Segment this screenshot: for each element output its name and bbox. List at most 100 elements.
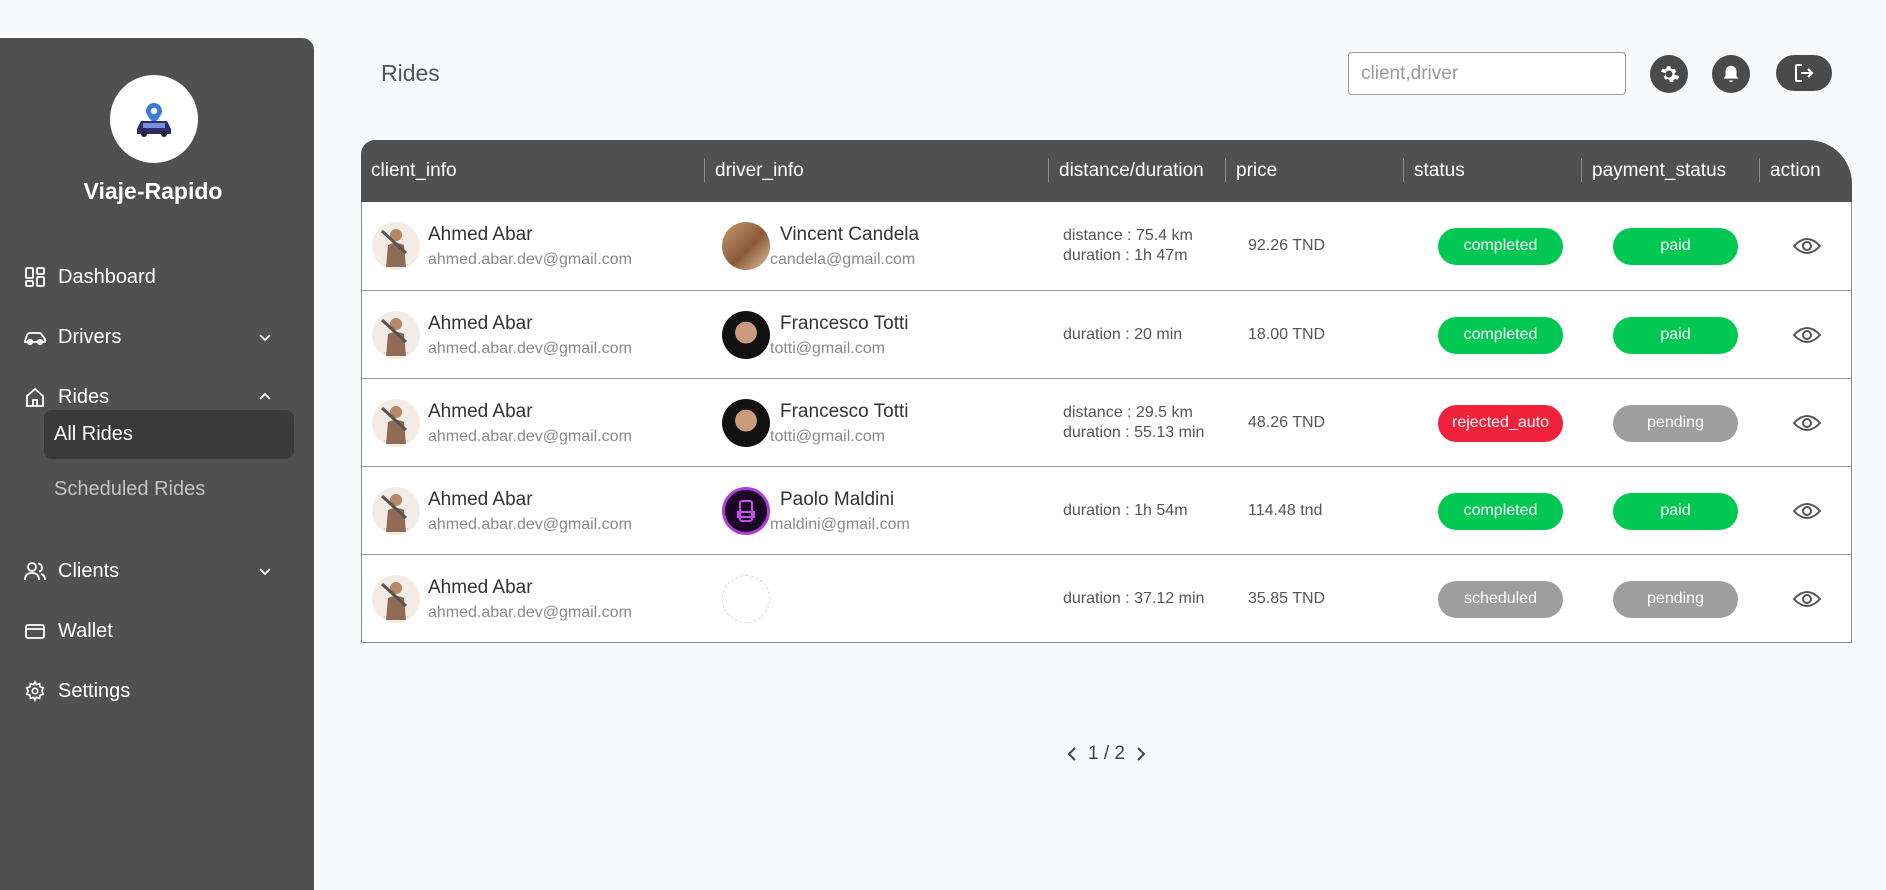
client-info-cell: Ahmed Abar ahmed.abar.dev@gmail.com: [372, 291, 632, 379]
wallet-icon: [22, 618, 48, 644]
distance-duration-cell: distance : 75.4 km duration : 1h 47m: [1063, 202, 1193, 290]
brand-logo: [110, 75, 198, 163]
client-email: ahmed.abar.dev@gmail.com: [428, 250, 632, 268]
next-page-button[interactable]: [1131, 742, 1151, 766]
payment-status-cell: paid: [1613, 202, 1738, 290]
price-text: 48.26 TND: [1248, 414, 1326, 431]
sidebar-subitem-scheduled-rides[interactable]: Scheduled Rides: [44, 465, 294, 514]
view-ride-button[interactable]: [1792, 555, 1822, 643]
table-header: client_info driver_info distance/duratio…: [361, 140, 1852, 202]
sidebar-item-dashboard[interactable]: Dashboard: [22, 257, 287, 297]
driver-avatar: [722, 399, 770, 447]
payment-status-badge: pending: [1613, 580, 1738, 618]
client-email: ahmed.abar.dev@gmail.com: [428, 427, 632, 445]
sidebar-item-label: Settings: [58, 679, 131, 702]
brand-name: Viaje-Rapido: [83, 178, 223, 204]
client-avatar: [372, 311, 420, 359]
client-name: Ahmed Abar: [428, 223, 533, 245]
driver-email: totti@gmail.com: [770, 339, 885, 357]
payment-status-badge: paid: [1613, 316, 1738, 354]
client-avatar: [372, 222, 420, 270]
driver-email: candela@gmail.com: [770, 250, 916, 268]
column-header-distance-duration: distance/duration: [1048, 140, 1204, 202]
sidebar-item-drivers[interactable]: Drivers: [22, 317, 287, 357]
payment-status-cell: pending: [1613, 379, 1738, 467]
column-header-price: price: [1225, 140, 1277, 202]
driver-info-cell: Paolo Maldini maldini@gmail.com: [722, 467, 910, 555]
price-text: 114.48 tnd: [1248, 502, 1323, 519]
chevron-left-icon: [1067, 747, 1076, 761]
status-badge: scheduled: [1438, 580, 1563, 618]
driver-name: Francesco Totti: [780, 312, 909, 334]
column-header-status: status: [1403, 140, 1465, 202]
view-ride-button[interactable]: [1792, 467, 1822, 555]
client-avatar: [372, 399, 420, 447]
eye-icon: [1792, 591, 1822, 607]
driver-info-cell: Francesco Totti totti@gmail.com: [722, 379, 908, 467]
distance-duration-cell: distance : 29.5 km duration : 55.13 min: [1063, 379, 1204, 467]
driver-avatar: [722, 311, 770, 359]
car-location-icon: [137, 103, 171, 137]
page-title: Rides: [381, 60, 440, 86]
eye-icon: [1792, 415, 1822, 431]
status-cell: completed: [1438, 291, 1563, 379]
page-indicator: 1 / 2: [1088, 743, 1125, 764]
price-text: 18.00 TND: [1248, 326, 1326, 343]
sidebar-item-wallet[interactable]: Wallet: [22, 611, 287, 651]
duration-text: duration : 20 min: [1063, 326, 1183, 343]
client-avatar: [372, 487, 420, 535]
sidebar-item-clients[interactable]: Clients: [22, 551, 287, 591]
client-name: Ahmed Abar: [428, 312, 533, 334]
distance-duration-cell: duration : 37.12 min: [1063, 555, 1204, 643]
eye-icon: [1792, 327, 1822, 343]
status-cell: scheduled: [1438, 555, 1563, 643]
view-ride-button[interactable]: [1792, 379, 1822, 467]
distance-text: distance : 29.5 km: [1063, 404, 1193, 421]
eye-icon: [1792, 238, 1822, 254]
previous-page-button[interactable]: [1062, 742, 1082, 766]
client-info-cell: Ahmed Abar ahmed.abar.dev@gmail.com: [372, 202, 632, 290]
gear-icon: [1660, 66, 1680, 83]
dashboard-icon: [22, 264, 48, 290]
driver-info-cell: Francesco Totti totti@gmail.com: [722, 291, 908, 379]
sidebar-item-label: Drivers: [58, 325, 122, 348]
client-info-cell: Ahmed Abar ahmed.abar.dev@gmail.com: [372, 555, 632, 643]
sidebar-item-label: Rides: [58, 385, 110, 408]
payment-status-badge: paid: [1613, 492, 1738, 530]
driver-email: totti@gmail.com: [770, 427, 885, 445]
view-ride-button[interactable]: [1792, 291, 1822, 379]
driver-avatar: [722, 222, 770, 270]
search-input[interactable]: [1348, 52, 1626, 95]
settings-button[interactable]: [1650, 55, 1688, 93]
client-name: Ahmed Abar: [428, 576, 533, 598]
view-ride-button[interactable]: [1792, 202, 1822, 290]
sidebar-item-settings[interactable]: Settings: [22, 671, 287, 711]
rides-table: client_info driver_info distance/duratio…: [361, 140, 1852, 643]
distance-duration-cell: duration : 20 min: [1063, 291, 1182, 379]
column-header-driver-info: driver_info: [704, 140, 804, 202]
chevron-up-icon: [259, 392, 271, 400]
notifications-button[interactable]: [1712, 55, 1750, 93]
sidebar: Viaje-Rapido Dashboard Drivers Rides All…: [0, 38, 314, 890]
payment-status-badge: paid: [1613, 227, 1738, 265]
client-email: ahmed.abar.dev@gmail.com: [428, 339, 632, 357]
chevron-right-icon: [1137, 747, 1146, 761]
column-header-payment-status: payment_status: [1581, 140, 1726, 202]
logout-button[interactable]: [1776, 55, 1832, 91]
sidebar-item-label: Dashboard: [58, 265, 156, 288]
status-badge: completed: [1438, 492, 1563, 530]
logout-icon: [1795, 64, 1814, 82]
client-name: Ahmed Abar: [428, 400, 533, 422]
driver-name: Francesco Totti: [780, 400, 909, 422]
sidebar-subitem-all-rides[interactable]: All Rides: [44, 410, 294, 459]
status-cell: rejected_auto: [1438, 379, 1563, 467]
home-icon: [22, 384, 48, 410]
table-row: Ahmed Abar ahmed.abar.dev@gmail.com Franc…: [362, 290, 1851, 378]
payment-status-cell: paid: [1613, 467, 1738, 555]
table-body: Ahmed Abar ahmed.abar.dev@gmail.com Vince…: [361, 202, 1852, 643]
status-badge: completed: [1438, 316, 1563, 354]
payment-status-badge: pending: [1613, 404, 1738, 442]
users-icon: [22, 558, 48, 584]
car-icon: [22, 324, 48, 350]
driver-info-cell: Vincent Candela candela@gmail.com: [722, 202, 919, 290]
